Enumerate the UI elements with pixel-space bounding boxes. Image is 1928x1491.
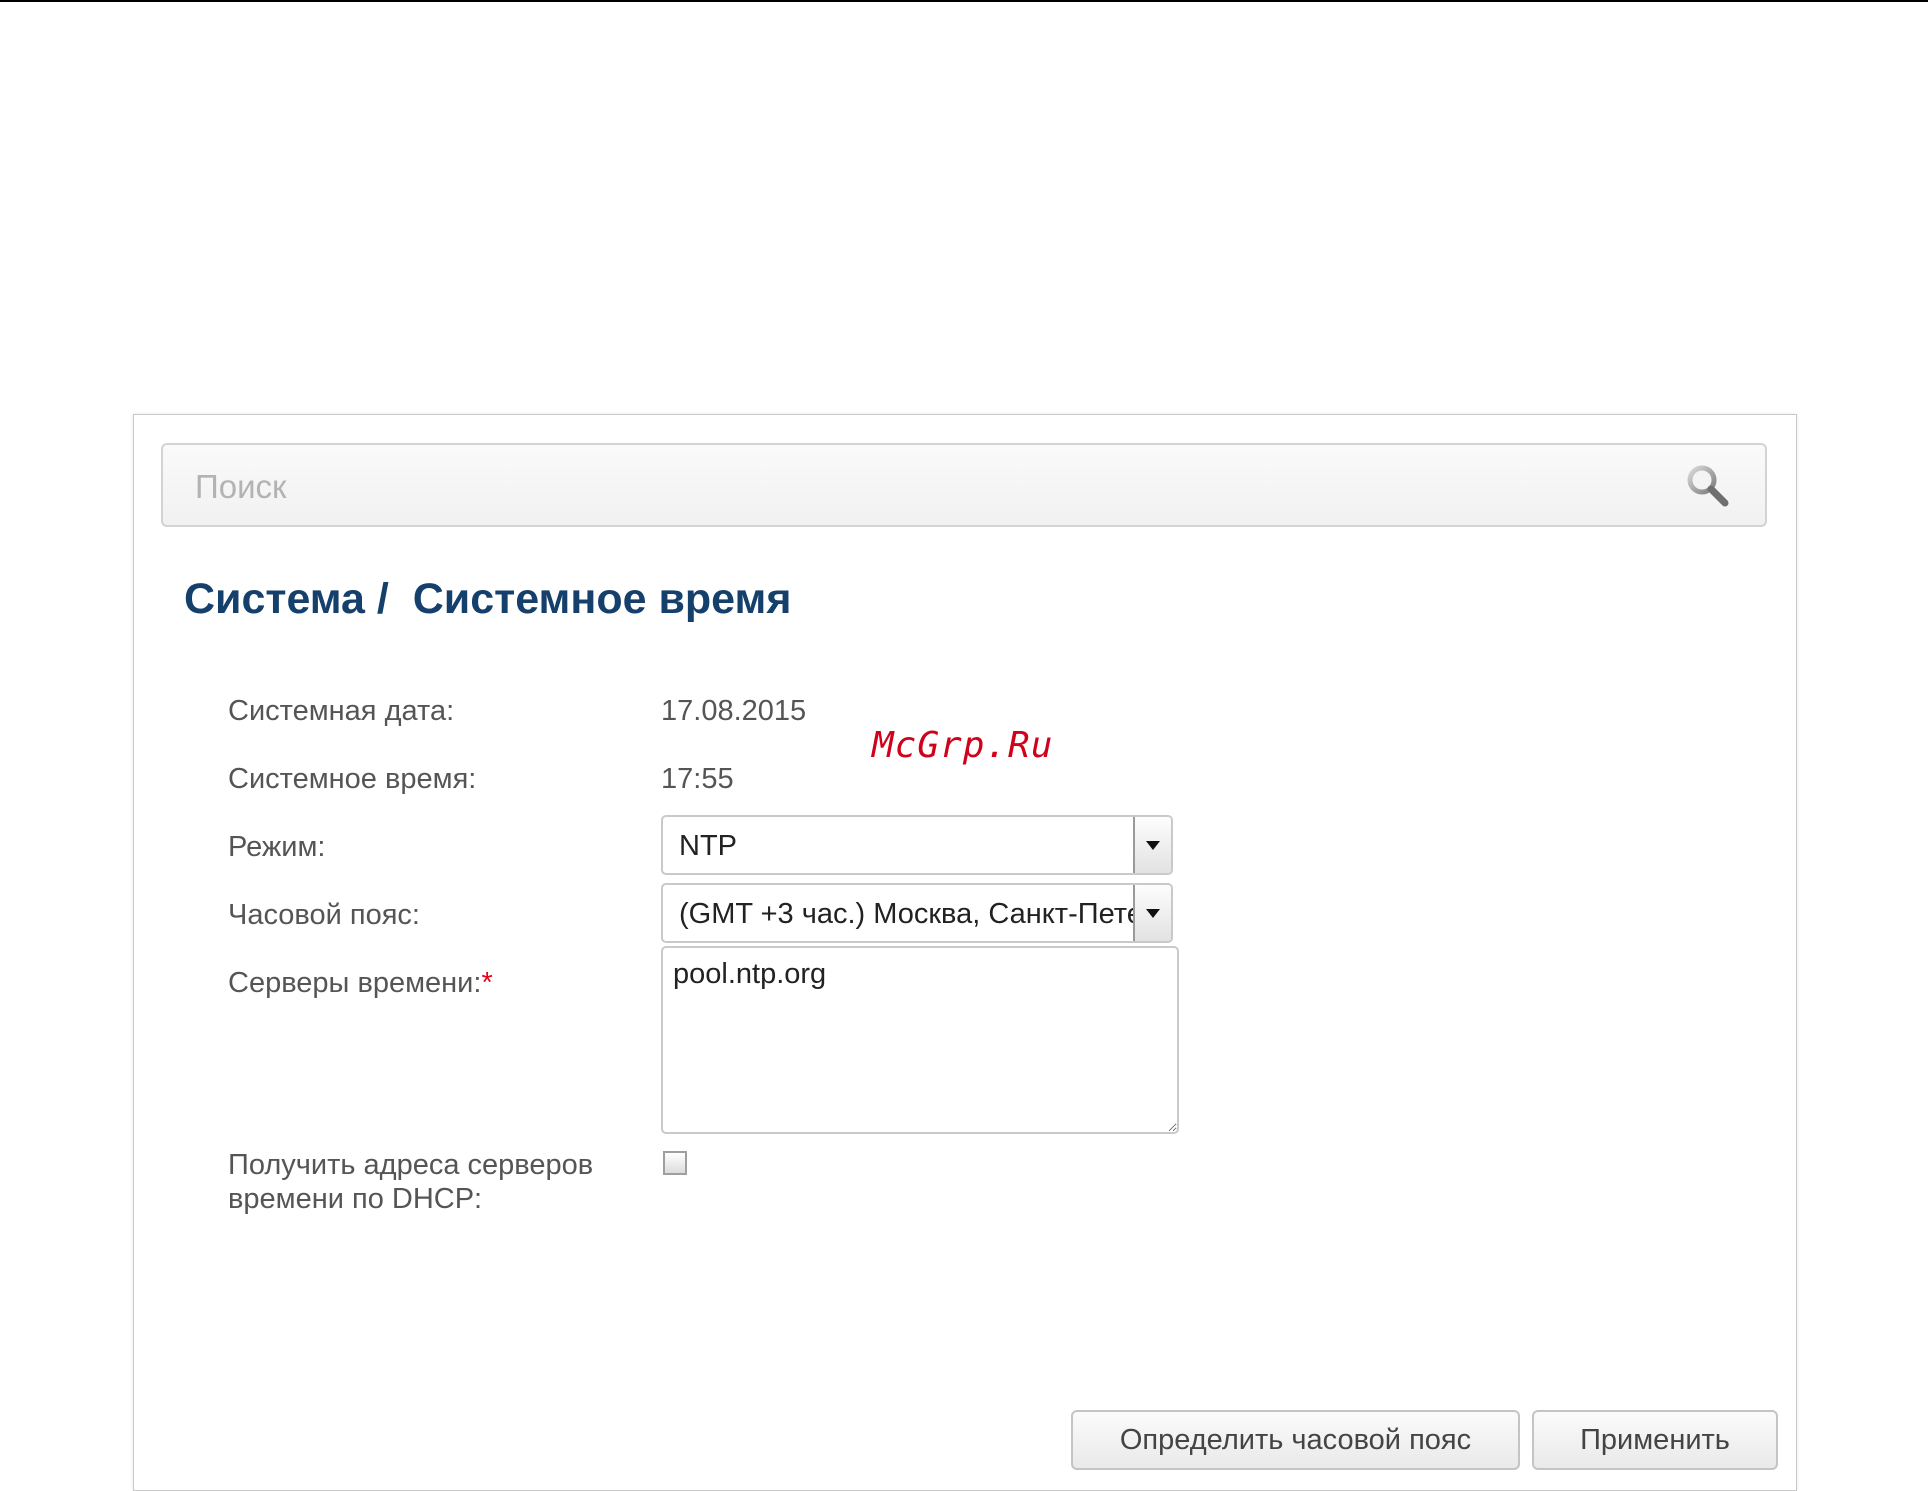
mode-label: Режим: bbox=[228, 831, 326, 863]
dhcp-servers-label-line1: Получить адреса серверов bbox=[228, 1149, 594, 1181]
required-mark: * bbox=[481, 967, 493, 999]
timezone-select-value: (GMT +3 час.) Москва, Санкт-Петербург bbox=[679, 898, 1173, 930]
mode-select[interactable]: NTP bbox=[661, 815, 1173, 875]
time-servers-textarea[interactable]: pool.ntp.org bbox=[661, 946, 1179, 1134]
system-time-label: Системное время: bbox=[228, 763, 477, 795]
system-date-value: 17.08.2015 bbox=[661, 695, 807, 727]
search-icon[interactable] bbox=[1685, 463, 1731, 509]
apply-button[interactable]: Применить bbox=[1532, 1410, 1778, 1470]
detect-timezone-button[interactable]: Определить часовой пояс bbox=[1071, 1410, 1520, 1470]
time-servers-label-text: Серверы времени: bbox=[228, 967, 482, 999]
dhcp-servers-label-line2: времени по DHCP: bbox=[228, 1183, 483, 1215]
top-divider bbox=[0, 0, 1928, 2]
search-input[interactable] bbox=[193, 461, 1657, 513]
dhcp-servers-label: Получить адреса серверов времени по DHCP: bbox=[228, 1148, 593, 1216]
dhcp-servers-checkbox[interactable] bbox=[663, 1151, 687, 1175]
timezone-select[interactable]: (GMT +3 час.) Москва, Санкт-Петербург bbox=[661, 883, 1173, 943]
search-bar bbox=[161, 443, 1767, 527]
system-date-label: Системная дата: bbox=[228, 695, 455, 727]
mode-select-value: NTP bbox=[679, 830, 737, 862]
chevron-down-icon[interactable] bbox=[1133, 817, 1171, 873]
page-title: Система / Системное время bbox=[184, 575, 792, 623]
timezone-label: Часовой пояс: bbox=[228, 899, 420, 931]
chevron-down-icon[interactable] bbox=[1133, 885, 1171, 941]
settings-panel: Система / Системное время Системная дата… bbox=[133, 414, 1797, 1491]
system-time-value: 17:55 bbox=[661, 763, 734, 795]
watermark: McGrp.Ru bbox=[872, 725, 1054, 766]
time-servers-label: Серверы времени:* bbox=[228, 966, 493, 1000]
